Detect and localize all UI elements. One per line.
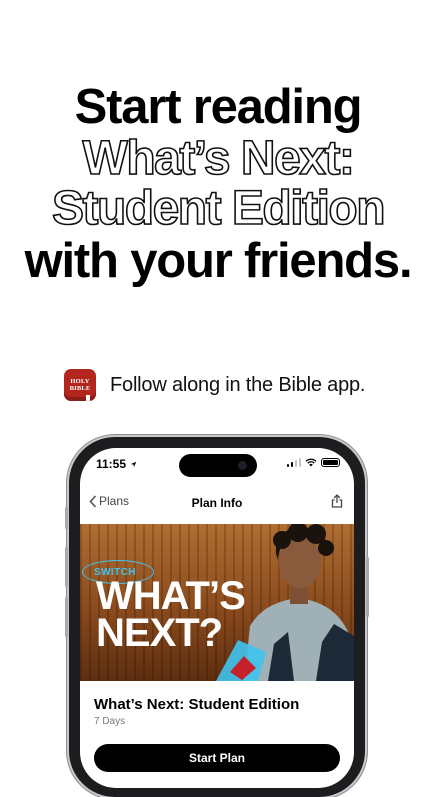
phone-volume-up — [65, 547, 68, 587]
share-icon — [331, 494, 343, 508]
share-button[interactable] — [331, 494, 343, 513]
plan-duration: 7 Days — [94, 716, 126, 727]
phone-screen: 11:55 Plans Plan Info SWITCH WHAT’S NEXT… — [80, 448, 354, 788]
app-icon-text-bible: BIBLE — [69, 385, 91, 392]
start-plan-button[interactable]: Start Plan — [94, 744, 340, 772]
phone-volume-down — [65, 597, 68, 637]
system-indicators — [286, 458, 340, 467]
wifi-icon — [305, 458, 317, 467]
camera-lens — [238, 461, 247, 470]
plan-title: What’s Next: Student Edition — [94, 696, 300, 713]
nav-title: Plan Info — [191, 496, 243, 510]
battery-icon — [321, 458, 340, 467]
bible-app-icon: HOLY BIBLE — [64, 369, 96, 401]
hero-title-line-2: NEXT? — [96, 611, 223, 655]
phone-mockup: 11:55 Plans Plan Info SWITCH WHAT’S NEXT… — [65, 437, 369, 797]
dynamic-island — [179, 454, 257, 477]
headline-line-2-outline: What’s Next: — [82, 132, 356, 185]
headline-line-1: Start reading — [74, 80, 363, 134]
location-arrow-icon — [131, 461, 137, 468]
follow-along-row: HOLY BIBLE Follow along in the Bible app… — [64, 367, 365, 403]
phone-side-button — [366, 557, 369, 617]
status-bar: 11:55 — [80, 448, 354, 484]
status-time: 11:55 — [96, 457, 137, 471]
status-time-text: 11:55 — [96, 457, 127, 471]
hero-title: WHAT’S NEXT? — [96, 574, 246, 655]
plan-hero-image: SWITCH WHAT’S NEXT? — [80, 524, 354, 681]
headline-line-4: with your friends. — [24, 234, 413, 288]
app-icon-text-holy: HOLY — [70, 378, 90, 385]
headline: Start reading What’s Next: Student Editi… — [0, 80, 436, 288]
phone-action-button — [65, 507, 68, 529]
cellular-signal-icon — [286, 458, 301, 467]
bookmark-ribbon — [86, 395, 90, 401]
follow-along-text: Follow along in the Bible app. — [110, 373, 366, 396]
headline-line-3-outline: Student Edition — [51, 182, 386, 235]
hero-title-line-1: WHAT’S — [96, 574, 246, 618]
nav-bar: Plans Plan Info — [80, 488, 354, 518]
